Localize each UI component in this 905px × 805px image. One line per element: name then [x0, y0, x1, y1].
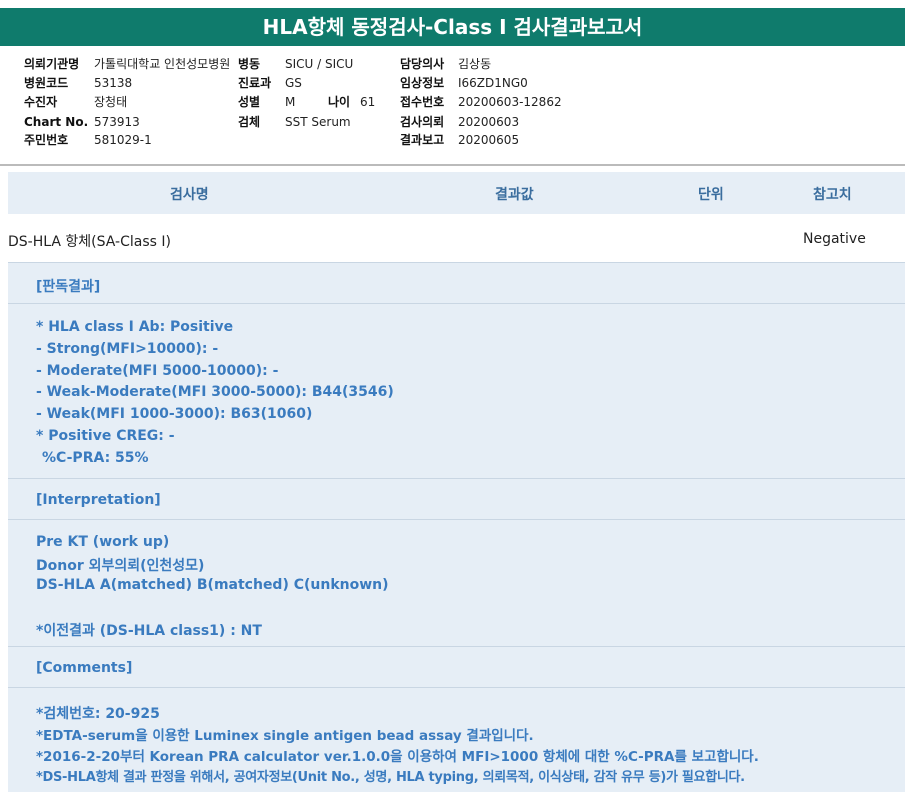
patient-info-panel: 의뢰기관명 가톨릭대학교 인천성모병원 병원코드 53138 수진자 장청태 C…: [0, 46, 905, 166]
interpretation-line: Donor 외부의뢰(인천성모): [36, 558, 205, 574]
report-title: HLA항체 동정검사-Class I 검사결과보고서: [0, 8, 905, 46]
comment-line: *2016-2-20부터 Korean PRA calculator ver.1…: [36, 749, 759, 765]
institution-label: 의뢰기관명: [24, 57, 80, 71]
collector-value: 장청태: [94, 95, 128, 109]
ward-value: SICU / SICU: [285, 57, 354, 71]
interpretation-title-block: [Interpretation]: [8, 479, 905, 520]
judgement-line: * HLA class I Ab: Positive: [36, 319, 234, 335]
comments-title: [Comments]: [36, 660, 133, 676]
resident-value: 581029-1: [94, 133, 152, 147]
resident-label: 주민번호: [24, 133, 69, 147]
chart-value: 573913: [94, 115, 140, 129]
row-test-name: DS-HLA 항체(SA-Class I): [8, 234, 171, 250]
header-test-name: 검사명: [170, 187, 209, 203]
judgement-title-block: [판독결과]: [8, 263, 905, 304]
comment-line: *EDTA-serum을 이용한 Luminex single antigen …: [36, 728, 534, 744]
interpretation-line: Pre KT (work up): [36, 534, 170, 550]
judgement-line: - Weak(MFI 1000-3000): B63(1060): [36, 406, 313, 422]
judgement-block: * HLA class I Ab: Positive - Strong(MFI>…: [8, 304, 905, 479]
row-reference: Negative: [803, 231, 866, 247]
comments-title-block: [Comments]: [8, 647, 905, 688]
age-label: 나이: [328, 95, 351, 109]
comment-line: *검체번호: 20-925: [36, 706, 160, 722]
judgement-line: - Weak-Moderate(MFI 3000-5000): B44(3546…: [36, 384, 394, 400]
header-result: 결과값: [495, 187, 534, 203]
judgement-title: [판독결과]: [36, 279, 101, 295]
institution-value: 가톨릭대학교 인천성모병원: [94, 57, 231, 71]
receipt-label: 접수번호: [400, 95, 445, 109]
hospital-code-value: 53138: [94, 76, 133, 90]
header-unit: 단위: [698, 187, 724, 203]
judgement-line: - Strong(MFI>10000): -: [36, 341, 219, 357]
request-label: 검사의뢰: [400, 115, 445, 129]
dept-label: 진료과: [238, 76, 272, 90]
doctor-value: 김상동: [458, 57, 492, 71]
age-value: 61: [360, 95, 376, 109]
sex-label: 성별: [238, 95, 261, 109]
interpretation-line: *이전결과 (DS-HLA class1) : NT: [36, 623, 262, 639]
interpretation-line: DS-HLA A(matched) B(matched) C(unknown): [36, 577, 389, 593]
report-date-label: 결과보고: [400, 133, 445, 147]
hospital-code-label: 병원코드: [24, 76, 69, 90]
interpretation-title: [Interpretation]: [36, 492, 161, 508]
ward-label: 병동: [238, 57, 261, 71]
specimen-value: SST Serum: [285, 115, 351, 129]
sex-value: M: [285, 95, 296, 109]
judgement-line: - Moderate(MFI 5000-10000): -: [36, 363, 279, 379]
dept-value: GS: [285, 76, 302, 90]
comment-line: *DS-HLA항체 결과 판정을 위해서, 공여자정보(Unit No., 성명…: [36, 770, 745, 785]
receipt-value: 20200603-12862: [458, 95, 562, 109]
results-header: 검사명 결과값 단위 참고치: [8, 172, 905, 215]
report-date-value: 20200605: [458, 133, 520, 147]
collector-label: 수진자: [24, 95, 58, 109]
chart-label: Chart No.: [24, 115, 89, 129]
comments-block: *검체번호: 20-925 *EDTA-serum을 이용한 Luminex s…: [8, 688, 905, 792]
interpretation-block: Pre KT (work up) Donor 외부의뢰(인천성모) DS-HLA…: [8, 520, 905, 647]
request-value: 20200603: [458, 115, 520, 129]
judgement-line: %C-PRA: 55%: [42, 450, 149, 466]
results-area: 검사명 결과값 단위 참고치 DS-HLA 항체(SA-Class I) Neg…: [8, 172, 905, 805]
doctor-label: 담당의사: [400, 57, 445, 71]
clinical-value: I66ZD1NG0: [458, 76, 528, 90]
clinical-label: 임상정보: [400, 76, 445, 90]
specimen-label: 검체: [238, 115, 261, 129]
result-row: DS-HLA 항체(SA-Class I) Negative: [8, 214, 905, 263]
judgement-line: * Positive CREG: -: [36, 428, 175, 444]
header-reference: 참고치: [813, 187, 852, 203]
